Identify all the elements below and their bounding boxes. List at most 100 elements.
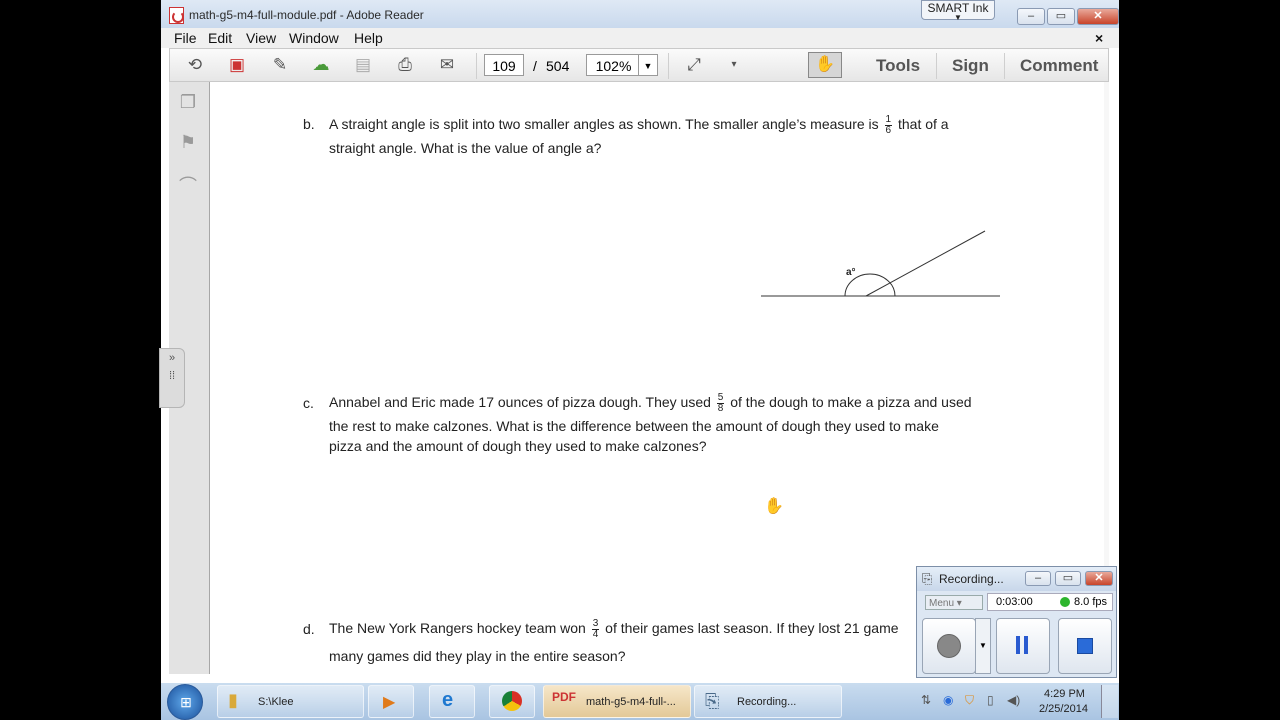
page-number-input[interactable]: 109 <box>484 54 524 76</box>
recording-fps: 8.0 fps <box>1074 596 1108 608</box>
toolbar-divider <box>476 53 477 79</box>
problem-c-text: Annabel and Eric made 17 ounces of pizza… <box>329 391 972 414</box>
toolbar-divider <box>1004 53 1005 79</box>
recording-close-button[interactable]: ✕ <box>1085 571 1113 586</box>
problem-b-text: A straight angle is split into two small… <box>329 113 949 136</box>
angle-diagram: a° <box>761 230 1000 297</box>
recording-minimize-button[interactable]: – <box>1025 571 1051 586</box>
problem-c-text-after: of the dough to make a pizza and used <box>730 394 972 410</box>
zoom-input[interactable]: 102% <box>586 54 640 76</box>
page-thumbnails-icon[interactable]: ❐ <box>179 92 197 112</box>
tray-battery-icon[interactable]: ▯ <box>987 693 994 707</box>
menu-window[interactable]: Window <box>289 30 339 46</box>
toolbar: ⟲ ▣ ✎ ☁ ▤ ⎙ ✉ 109 / 504 102% ▼ ⤢ ▾ ✋ Too… <box>169 48 1109 82</box>
more-tools-chevron-icon[interactable]: ▾ <box>723 55 745 75</box>
save-icon[interactable]: ▤ <box>352 55 374 75</box>
problem-c-text-before: Annabel and Eric made 17 ounces of pizza… <box>329 394 711 410</box>
menu-bar: File Edit View Window Help × <box>161 28 1119 48</box>
tray-app-icon[interactable]: ◉ <box>943 693 953 707</box>
print-icon[interactable]: ⎙ <box>394 55 416 75</box>
menu-edit[interactable]: Edit <box>208 30 232 46</box>
tray-network-icon[interactable]: ⇅ <box>921 693 931 707</box>
taskbar-item-explorer[interactable]: ▮ S:\Klee <box>217 685 364 718</box>
taskbar-media-player[interactable]: ▶ <box>368 685 414 718</box>
tools-pane-button[interactable]: Tools <box>876 56 920 76</box>
menu-view[interactable]: View <box>246 30 276 46</box>
windows-logo-icon: ⊞ <box>180 694 192 710</box>
smart-ink-button[interactable]: SMART Ink ▼ <box>921 0 995 22</box>
pdf-icon: PDF <box>552 690 576 704</box>
problem-c-line2: the rest to make calzones. What is the d… <box>329 418 939 434</box>
bookmarks-icon[interactable]: ⚑ <box>179 132 197 152</box>
clock-time[interactable]: 4:29 PM <box>1044 688 1085 700</box>
taskbar-item-label: S:\Klee <box>258 696 294 708</box>
title-bar: math-g5-m4-full-module.pdf - Adobe Reade… <box>161 0 1119 28</box>
problem-c-letter: c. <box>303 395 314 411</box>
start-button[interactable]: ⊞ <box>167 684 203 720</box>
pdf-icon <box>169 7 184 24</box>
recording-title: Recording... <box>939 572 1004 586</box>
problem-b-line2: straight angle. What is the value of ang… <box>329 140 602 156</box>
problem-d-text-before: The New York Rangers hockey team won <box>329 620 586 636</box>
hand-tool-icon[interactable]: ✋ <box>808 52 842 78</box>
create-pdf-icon[interactable]: ⟲ <box>184 55 206 75</box>
recording-time: 0:03:00 <box>996 596 1033 608</box>
taskbar-item-label: Recording... <box>737 696 797 708</box>
pause-button[interactable] <box>996 618 1050 674</box>
comment-pane-button[interactable]: Comment <box>1020 56 1098 76</box>
toolbar-divider <box>936 53 937 79</box>
close-button[interactable]: ✕ <box>1077 8 1119 25</box>
taskbar-chrome[interactable] <box>489 685 535 718</box>
pane-expand-handle[interactable]: » ⁞⁞ <box>159 348 185 408</box>
problem-d-letter: d. <box>303 621 315 637</box>
folder-icon: ▮ <box>228 690 238 710</box>
stop-button[interactable] <box>1058 618 1112 674</box>
upload-cloud-icon[interactable]: ☁ <box>310 55 332 75</box>
minimize-button[interactable]: – <box>1017 8 1045 25</box>
stop-square-icon <box>1077 638 1093 654</box>
status-dot-icon <box>1060 597 1070 607</box>
taskbar-item-adobe-reader[interactable]: PDF math-g5-m4-full-... <box>543 685 691 718</box>
menu-file[interactable]: File <box>174 30 197 46</box>
fraction: 34 <box>591 617 600 640</box>
recording-status: 0:03:00 8.0 fps <box>987 593 1113 611</box>
recording-title-bar: ⎘ Recording... – ▭ ✕ <box>917 567 1116 591</box>
recording-maximize-button[interactable]: ▭ <box>1055 571 1081 586</box>
record-circle-icon <box>937 634 961 658</box>
tray-volume-icon[interactable]: ◀) <box>1007 693 1020 707</box>
taskbar-item-recording[interactable]: ⎘ Recording... <box>694 685 842 718</box>
problem-d-text: The New York Rangers hockey team won 34 … <box>329 617 899 640</box>
clock-date[interactable]: 2/25/2014 <box>1039 703 1088 715</box>
show-desktop-button[interactable] <box>1101 685 1118 718</box>
export-pdf-icon[interactable]: ▣ <box>226 55 248 75</box>
record-options-chevron-icon[interactable]: ▼ <box>975 618 991 674</box>
media-player-icon: ▶ <box>383 694 396 711</box>
edit-pencil-icon[interactable]: ✎ <box>269 55 291 75</box>
document-close-button[interactable]: × <box>1095 30 1103 46</box>
recorder-icon: ⎘ <box>922 571 933 586</box>
fraction: 16 <box>884 113 893 136</box>
problem-d-text-after: of their games last season. If they lost… <box>605 620 899 636</box>
problem-b-text-after: that of a <box>897 116 949 132</box>
sign-pane-button[interactable]: Sign <box>952 56 989 76</box>
toolbar-divider <box>668 53 669 79</box>
problem-b-text-before: A straight angle is split into two small… <box>329 116 879 132</box>
chrome-icon <box>502 691 522 711</box>
problem-d-line2: many games did they play in the entire s… <box>329 648 626 664</box>
attachments-paperclip-icon[interactable]: ⌒ <box>179 172 197 196</box>
recording-widget: ⎘ Recording... – ▭ ✕ Menu ▾ 0:03:00 8.0 … <box>916 566 1117 678</box>
taskbar-internet-explorer[interactable]: e <box>429 685 475 718</box>
internet-explorer-icon: e <box>442 689 454 711</box>
recording-menu-label: Menu <box>929 598 955 609</box>
zoom-dropdown-icon[interactable]: ▼ <box>638 54 658 76</box>
maximize-button[interactable]: ▭ <box>1047 8 1075 25</box>
tray-security-icon[interactable]: ⛉ <box>965 693 974 708</box>
menu-help[interactable]: Help <box>354 30 383 46</box>
problem-b-letter: b. <box>303 116 315 132</box>
email-icon[interactable]: ✉ <box>436 55 458 75</box>
recording-menu-dropdown[interactable]: Menu ▾ <box>925 595 983 610</box>
fit-page-icon[interactable]: ⤢ <box>683 55 705 75</box>
record-button[interactable] <box>922 618 976 674</box>
taskbar: ⊞ ▮ S:\Klee ▶ e PDF math-g5-m4-full-... … <box>161 683 1119 720</box>
hand-cursor-icon: ✋ <box>764 498 784 515</box>
